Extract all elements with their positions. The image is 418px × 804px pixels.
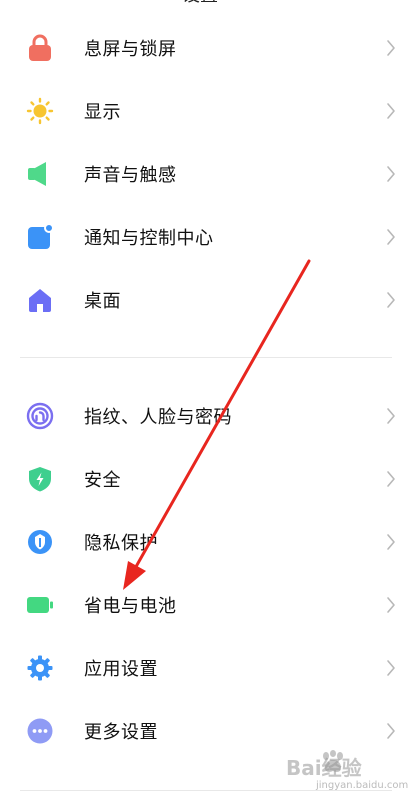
settings-item-label: 安全 [84, 469, 121, 491]
settings-item-label: 隐私保护 [84, 532, 158, 554]
baidu-watermark: Bai经验 jingyan.baidu.com [286, 750, 408, 800]
section-divider [20, 357, 392, 358]
lock-icon [26, 34, 54, 62]
settings-item-label: 声音与触感 [84, 164, 177, 186]
chevron-right-icon [387, 596, 395, 613]
sun-icon [26, 97, 54, 125]
settings-item-battery[interactable]: 省电与电池 [0, 573, 418, 636]
settings-item-label: 更多设置 [84, 721, 158, 743]
settings-item-notifications[interactable]: 通知与控制中心 [0, 205, 418, 268]
gear-icon [26, 654, 54, 682]
settings-item-label: 显示 [84, 101, 121, 123]
notification-icon [26, 222, 54, 251]
chevron-right-icon [387, 533, 395, 550]
settings-item-label: 通知与控制中心 [84, 227, 214, 249]
chevron-right-icon [387, 165, 395, 182]
settings-item-label: 应用设置 [84, 658, 158, 680]
settings-item-privacy[interactable]: 隐私保护 [0, 510, 418, 573]
shield-icon [26, 465, 54, 493]
watermark-brand: Bai经验 [286, 756, 362, 780]
chevron-right-icon [387, 659, 395, 676]
chevron-right-icon [387, 102, 395, 119]
battery-icon [26, 591, 54, 619]
settings-item-label: 息屏与锁屏 [84, 38, 177, 60]
chevron-right-icon [387, 228, 395, 245]
fingerprint-icon [26, 402, 54, 430]
speaker-icon [26, 160, 54, 188]
watermark-url: jingyan.baidu.com [316, 780, 409, 791]
more-icon [26, 717, 54, 745]
settings-item-home-screen[interactable]: 桌面 [0, 268, 418, 331]
chevron-right-icon [387, 39, 395, 56]
home-icon [26, 286, 54, 314]
settings-item-sound[interactable]: 声音与触感 [0, 142, 418, 205]
settings-item-display[interactable]: 显示 [0, 79, 418, 142]
settings-item-apps[interactable]: 应用设置 [0, 636, 418, 699]
chevron-right-icon [387, 470, 395, 487]
privacy-icon [26, 528, 54, 556]
settings-item-label: 省电与电池 [84, 595, 177, 617]
settings-item-fingerprint[interactable]: 指纹、人脸与密码 [0, 384, 418, 447]
chevron-right-icon [387, 722, 395, 739]
settings-page: 设置 息屏与锁屏 显示 [0, 0, 418, 804]
settings-item-security[interactable]: 安全 [0, 447, 418, 510]
chevron-right-icon [387, 407, 395, 424]
settings-item-lock-screen[interactable]: 息屏与锁屏 [0, 16, 418, 79]
settings-item-label: 指纹、人脸与密码 [84, 406, 232, 428]
chevron-right-icon [387, 291, 395, 308]
page-title-fragment: 设置 [182, 0, 228, 5]
settings-item-label: 桌面 [84, 290, 121, 312]
